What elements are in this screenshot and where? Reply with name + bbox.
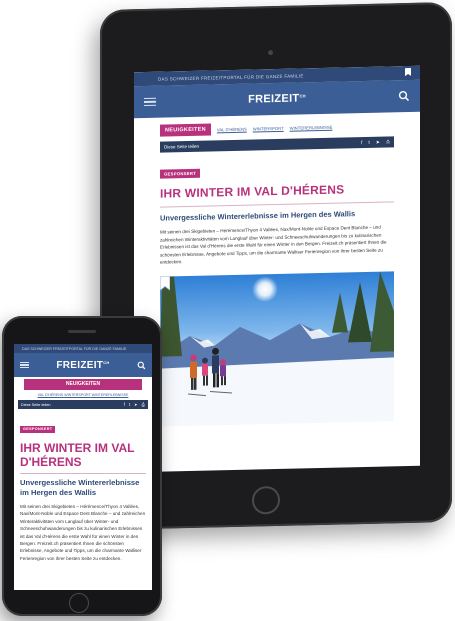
phone-logo-suffix: CH: [103, 359, 110, 365]
logo-suffix: CH: [299, 93, 306, 99]
phone-send-icon[interactable]: ➤: [134, 402, 138, 407]
phone-facebook-icon[interactable]: f: [124, 402, 125, 407]
phone-site-logo[interactable]: FREIZEITCH: [56, 360, 109, 371]
phone-article-body: Mit seinen drei Skigebieten – Hérémence/…: [20, 504, 146, 561]
tablet-home-button[interactable]: [252, 485, 280, 515]
phone-site-tagline: DAS SCHWEIZER FREIZEITPORTAL FÜR DIE GAN…: [22, 346, 127, 351]
phone-tagline-bar: DAS SCHWEIZER FREIZEITPORTAL FÜR DIE GAN…: [14, 344, 152, 353]
phone-twitter-icon[interactable]: t: [129, 402, 130, 407]
tab-neuigkeiten[interactable]: NEUIGKEITEN: [160, 123, 211, 137]
phone-tab-link-val-dherens[interactable]: VAL D'HÉRENS: [38, 393, 64, 397]
article-headline: IHR WINTER IM VAL D'HÉRENS: [160, 182, 345, 201]
tablet-screen: DAS SCHWEIZER FREIZEITPORTAL FÜR DIE GAN…: [134, 65, 420, 473]
article: GESPONSERT IHR WINTER IM VAL D'HÉRENS Un…: [134, 147, 420, 267]
phone-share-label: Diese Seite teilen: [21, 402, 51, 407]
divider: [160, 201, 394, 208]
share-label: Diese Seite teilen: [164, 143, 200, 150]
share-icons: f t ➤ ⎙: [361, 139, 390, 146]
send-icon[interactable]: ➤: [376, 139, 380, 145]
print-icon[interactable]: ⎙: [386, 139, 390, 145]
phone-home-button[interactable]: [69, 593, 89, 613]
article-body: Mit seinen drei Skigebieten – Hérémence/…: [160, 224, 387, 266]
phone-tab-neuigkeiten[interactable]: NEUIGKEITEN: [24, 379, 142, 390]
phone-tab-link-wintersport[interactable]: WINTERSPORT: [64, 393, 90, 397]
article-photo: [160, 271, 394, 427]
tablet-camera: [268, 50, 273, 56]
facebook-icon[interactable]: f: [361, 140, 362, 146]
bookmark-icon[interactable]: [402, 65, 414, 81]
tab-link-val-dherens[interactable]: VAL D'HÉRENS: [217, 126, 247, 132]
phone-article-headline: IHR WINTER IM VAL D'HÉRENS: [20, 441, 135, 469]
logo-text: FREIZEIT: [248, 92, 300, 106]
article-subhead: Unvergessliche Wintererlebnisse im Herge…: [160, 209, 356, 223]
site-logo[interactable]: FREIZEITCH: [248, 92, 306, 105]
twitter-icon[interactable]: t: [368, 139, 369, 145]
winter-landscape-illustration: [160, 271, 394, 427]
site-tagline: DAS SCHWEIZER FREIZEITPORTAL FÜR DIE GAN…: [158, 72, 304, 82]
phone-speaker: [68, 330, 96, 333]
site-header: FREIZEITCH: [134, 79, 420, 119]
phone-screen: DAS SCHWEIZER FREIZEITPORTAL FÜR DIE GAN…: [14, 344, 152, 590]
phone-article: GESPONSERT IHR WINTER IM VAL D'HÉRENS Un…: [14, 409, 152, 562]
phone-device: DAS SCHWEIZER FREIZEITPORTAL FÜR DIE GAN…: [2, 316, 162, 616]
sponsor-tag: GESPONSERT: [160, 168, 201, 179]
phone-search-icon[interactable]: [137, 361, 146, 370]
tab-link-wintersport[interactable]: WINTERSPORT: [253, 125, 284, 131]
phone-share-bar: Diese Seite teilen f t ➤ ⎙: [18, 400, 148, 409]
phone-sponsor-tag: GESPONSERT: [20, 425, 56, 433]
phone-print-icon[interactable]: ⎙: [142, 402, 145, 407]
phone-share-icons: f t ➤ ⎙: [124, 402, 145, 407]
phone-logo-text: FREIZEIT: [56, 359, 104, 371]
phone-tab-links: VAL D'HÉRENS WINTERSPORT WINTERERLEBNISS…: [14, 393, 152, 397]
hamburger-menu-icon[interactable]: [144, 97, 156, 106]
phone-tab-link-wintererlebnisse[interactable]: WINTERERLEBNISSE: [92, 393, 129, 397]
phone-divider: [20, 473, 146, 474]
tab-link-wintererlebnisse[interactable]: WINTERERLEBNISSE: [290, 124, 333, 130]
search-icon[interactable]: [398, 90, 410, 102]
phone-article-subhead: Unvergessliche Wintererlebnisse im Herge…: [20, 478, 140, 497]
photo-bookmark-icon[interactable]: [160, 276, 170, 291]
phone-site-header: FREIZEITCH: [14, 353, 152, 377]
phone-hamburger-menu-icon[interactable]: [20, 361, 29, 369]
